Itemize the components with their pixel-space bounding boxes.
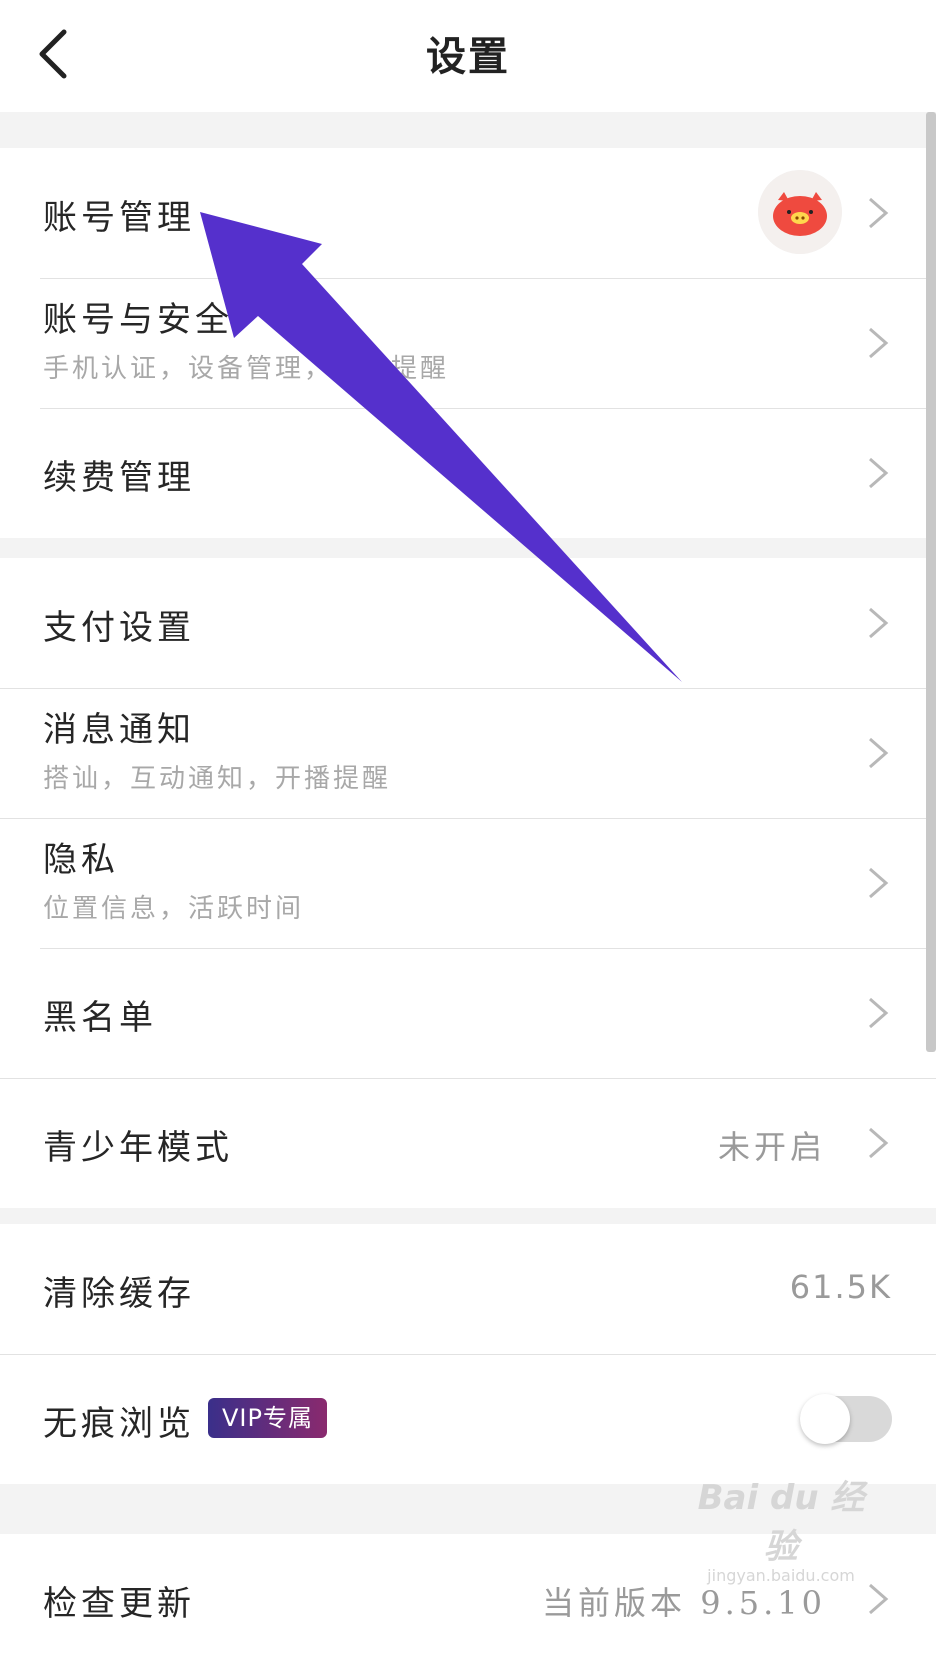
account-management-row[interactable]: 账号管理 [0, 148, 936, 278]
current-version: 当前版本 9.5.10 [542, 1584, 826, 1622]
scrollbar[interactable] [926, 112, 936, 1052]
row-title: 清除缓存 [43, 1274, 195, 1314]
blacklist-row[interactable]: 黑名单 [0, 948, 936, 1078]
incognito-toggle[interactable] [800, 1394, 892, 1444]
message-notification-row[interactable]: 消息通知 搭讪，互动通知，开播提醒 [0, 688, 936, 818]
row-title: 消息通知 [43, 710, 195, 750]
clear-cache-row[interactable]: 清除缓存 61.5K [0, 1224, 936, 1354]
chevron-right-icon [869, 197, 889, 229]
page-title: 设置 [426, 33, 510, 80]
account-security-row[interactable]: 账号与安全 手机认证，设备管理，登录提醒 [0, 278, 936, 408]
privacy-row[interactable]: 隐私 位置信息，活跃时间 [0, 818, 936, 948]
row-title: 账号与安全 [43, 300, 233, 340]
settings-group-account: 账号管理 账号与安全 手机认证，设备管理，登录提醒 续费管理 [0, 148, 936, 538]
row-title: 青少年模式 [43, 1128, 233, 1168]
settings-group-storage: 清除缓存 61.5K 无痕浏览 VIP专属 [0, 1224, 936, 1484]
settings-group-about: 检查更新 当前版本 9.5.10 [0, 1534, 936, 1664]
chevron-right-icon [869, 327, 889, 359]
row-title: 隐私 [43, 840, 119, 880]
renewal-management-row[interactable]: 续费管理 [0, 408, 936, 538]
row-title: 无痕浏览 [43, 1404, 195, 1444]
vip-badge: VIP专属 [208, 1398, 327, 1438]
chevron-right-icon [869, 867, 889, 899]
row-subtitle: 搭讪，互动通知，开播提醒 [43, 764, 392, 794]
settings-group-general: 支付设置 消息通知 搭讪，互动通知，开播提醒 隐私 位置信息，活跃时间 黑名单 … [0, 558, 936, 1208]
incognito-browsing-row: 无痕浏览 VIP专属 [0, 1354, 936, 1484]
row-subtitle: 手机认证，设备管理，登录提醒 [43, 354, 450, 384]
row-title: 黑名单 [43, 998, 157, 1038]
chevron-right-icon [869, 997, 889, 1029]
row-title: 续费管理 [43, 458, 195, 498]
header-bar: 设置 [0, 0, 936, 112]
toggle-knob [800, 1394, 850, 1444]
row-title: 支付设置 [43, 608, 195, 648]
youth-mode-status: 未开启 [717, 1128, 826, 1166]
check-update-row[interactable]: 检查更新 当前版本 9.5.10 [0, 1534, 936, 1664]
chevron-right-icon [869, 1127, 889, 1159]
youth-mode-row[interactable]: 青少年模式 未开启 [0, 1078, 936, 1208]
chevron-right-icon [869, 1583, 889, 1615]
chevron-right-icon [869, 457, 889, 489]
chevron-right-icon [869, 607, 889, 639]
row-title: 检查更新 [43, 1584, 195, 1624]
payment-settings-row[interactable]: 支付设置 [0, 558, 936, 688]
row-title: 账号管理 [43, 198, 195, 238]
cache-size: 61.5K [789, 1268, 892, 1306]
row-subtitle: 位置信息，活跃时间 [43, 894, 305, 924]
chevron-right-icon [869, 737, 889, 769]
avatar [758, 170, 842, 254]
